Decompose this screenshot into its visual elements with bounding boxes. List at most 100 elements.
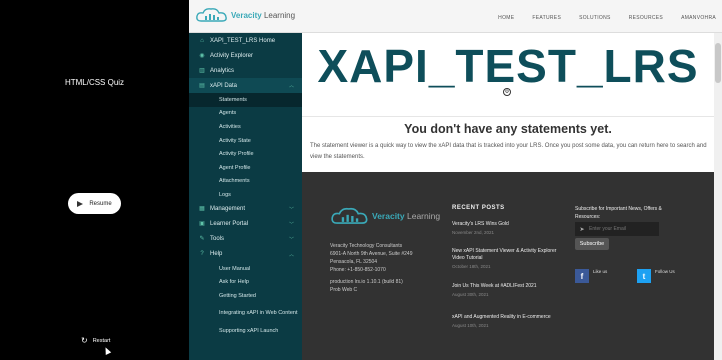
twitter-link[interactable]: t Follow Us [637,269,675,283]
subscribe-heading: Subscribe for Important News, Offers & R… [575,206,662,220]
play-icon [77,200,84,207]
veracity-logo[interactable]: Veracity Learning [195,6,295,24]
cloud-logo-icon [196,8,227,22]
hero-banner: XAPI_TEST_LRS ⚙ [302,33,722,117]
sidebar-sub-activity-state[interactable]: Activity State [189,134,302,148]
restart-icon: ↻ [81,336,88,345]
footer-logo-wordmark: Veracity Learning [372,211,441,221]
subscribe-button[interactable]: Subscribe [575,238,609,250]
post-date: October 18th, 2021 [452,264,491,269]
email-field[interactable] [589,226,657,232]
wrench-icon: ✎ [199,236,205,243]
address-line: 6901-A North 9th Avenue, Suite #249 [330,251,413,257]
site-footer: Veracity Learning Veracity Technology Co… [302,172,714,360]
sidebar-sub-agent-profile[interactable]: Agent Profile [189,161,302,175]
version-info: production lrs.io 1.10.1 (build 81) Prob… [330,278,403,294]
version-line: Prob Web C [330,287,358,293]
sidebar-item-home[interactable]: ⌂ XAPI_TEST_LRS Home [189,33,302,48]
post-date: August 30th, 2021 [452,292,489,297]
screen: HTML/CSS Quiz Resume ↻ Restart Veracity … [0,0,722,360]
follow-us-label: Follow Us [655,269,675,274]
chevron-up-icon: ︿ [288,83,294,89]
cloud-logo-icon [331,207,368,224]
nav-user-account[interactable]: AMANVOHRA [681,15,716,21]
scrollbar-thumb[interactable] [715,43,721,83]
quiz-panel: HTML/CSS Quiz Resume ↻ Restart [0,0,189,360]
post-title: xAPI and Augmented Reality in E-commerce [452,314,551,320]
logo-wordmark: Veracity Learning [231,10,296,20]
post-date: November 2nd, 2021 [452,230,495,235]
facebook-link[interactable]: f Like us [575,269,607,283]
sidebar-item-xapi-data[interactable]: ▤ xAPI Data ︿ [189,78,302,93]
empty-state-description: The statement viewer is a quick way to v… [310,143,707,160]
post-title: New xAPI Statement Viewer & Activity Exp… [452,248,557,261]
paper-plane-icon: ➤ [579,226,585,233]
sidebar-item-activity-explorer[interactable]: ◉ Activity Explorer [189,48,302,63]
sidebar-item-management[interactable]: ▦ Management ﹀ [189,202,302,217]
sidebar-sub-agents[interactable]: Agents [189,107,302,121]
grid-icon: ▦ [199,206,205,213]
main-nav: HOME FEATURES SOLUTIONS RESOURCES AMANVO… [498,15,716,21]
nav-resources[interactable]: RESOURCES [629,15,663,21]
restart-button[interactable]: ↻ Restart [81,337,110,345]
twitter-icon: t [637,269,651,283]
nav-features[interactable]: FEATURES [532,15,561,21]
sidebar-sub-getting-started[interactable]: Getting Started [189,289,302,303]
chevron-down-icon: ﹀ [288,221,294,228]
facebook-icon: f [575,269,589,283]
sidebar-sub-activity-profile[interactable]: Activity Profile [189,147,302,161]
chevron-down-icon: ﹀ [288,236,294,243]
post-title: Veracity's LRS Wins Gold [452,221,509,227]
settings-icon[interactable]: ⚙ [503,88,511,96]
resume-button[interactable]: Resume [68,193,121,214]
recent-post[interactable]: Join Us This Week at #ADLIFest 2021 Augu… [452,283,562,298]
quiz-title: HTML/CSS Quiz [64,78,125,87]
company-address: Veracity Technology Consultants 6901-A N… [330,242,412,274]
nav-home[interactable]: HOME [498,15,514,21]
post-date: August 10th, 2021 [452,323,489,328]
version-line: production lrs.io 1.10.1 (build 81) [330,279,403,285]
email-field-wrapper: ➤ [575,222,659,236]
sidebar-sub-attachments[interactable]: Attachments [189,175,302,189]
sidebar-sub-logs[interactable]: Logs [189,188,302,202]
recent-post[interactable]: New xAPI Statement Viewer & Activity Exp… [452,248,562,270]
database-icon: ▤ [199,82,205,89]
restart-label: Restart [92,338,111,344]
home-icon: ⌂ [200,37,204,44]
sidebar-item-analytics[interactable]: ▥ Analytics [189,63,302,78]
resume-label: Resume [89,200,112,207]
sidebar-item-help[interactable]: ? Help ︿ [189,247,302,262]
address-line: Phone: +1-850-852-1070 [330,267,386,273]
mouse-cursor-icon [102,346,112,355]
sidebar: ⌂ XAPI_TEST_LRS Home ◉ Activity Explorer ▥… [189,33,302,360]
sidebar-sub-integrating-xapi[interactable]: Integrating xAPI in Web Content [189,303,302,325]
sidebar-item-learner-portal[interactable]: ▣ Learner Portal ﹀ [189,217,302,232]
sidebar-item-tools[interactable]: ✎ Tools ﹀ [189,232,302,247]
compass-icon: ◉ [199,52,205,59]
top-navbar: Veracity Learning HOME FEATURES SOLUTION… [189,0,722,33]
footer-logo[interactable]: Veracity Learning [330,205,440,227]
chart-icon: ▥ [199,67,205,74]
sidebar-sub-statements[interactable]: Statements [189,93,302,107]
recent-post[interactable]: Veracity's LRS Wins Gold November 2nd, 2… [452,221,562,236]
sidebar-sub-supporting-xapi-launch[interactable]: Supporting xAPI Launch [189,325,302,339]
lrs-title: XAPI_TEST_LRS [317,40,699,92]
page-scrollbar[interactable] [714,33,722,360]
empty-state: You don't have any statements yet. The s… [302,117,722,172]
main-content: XAPI_TEST_LRS ⚙ You don't have any state… [302,33,722,360]
post-title: Join Us This Week at #ADLIFest 2021 [452,283,537,289]
help-icon: ? [200,251,204,258]
like-us-label: Like us [593,269,608,274]
address-line: Pensacola, FL 32504 [330,259,378,265]
nav-solutions[interactable]: SOLUTIONS [579,15,611,21]
empty-state-title: You don't have any statements yet. [404,122,612,136]
sidebar-sub-user-manual[interactable]: User Manual [189,262,302,276]
chevron-up-icon: ︿ [288,251,294,258]
recent-post[interactable]: xAPI and Augmented Reality in E-commerce… [452,314,562,329]
sidebar-sub-ask-for-help[interactable]: Ask for Help [189,275,302,289]
chevron-down-icon: ﹀ [288,206,294,213]
recent-posts-heading: RECENT POSTS [452,205,505,211]
sidebar-sub-activities[interactable]: Activities [189,120,302,134]
address-line: Veracity Technology Consultants [330,243,403,249]
lrs-site: Veracity Learning HOME FEATURES SOLUTION… [189,0,722,360]
